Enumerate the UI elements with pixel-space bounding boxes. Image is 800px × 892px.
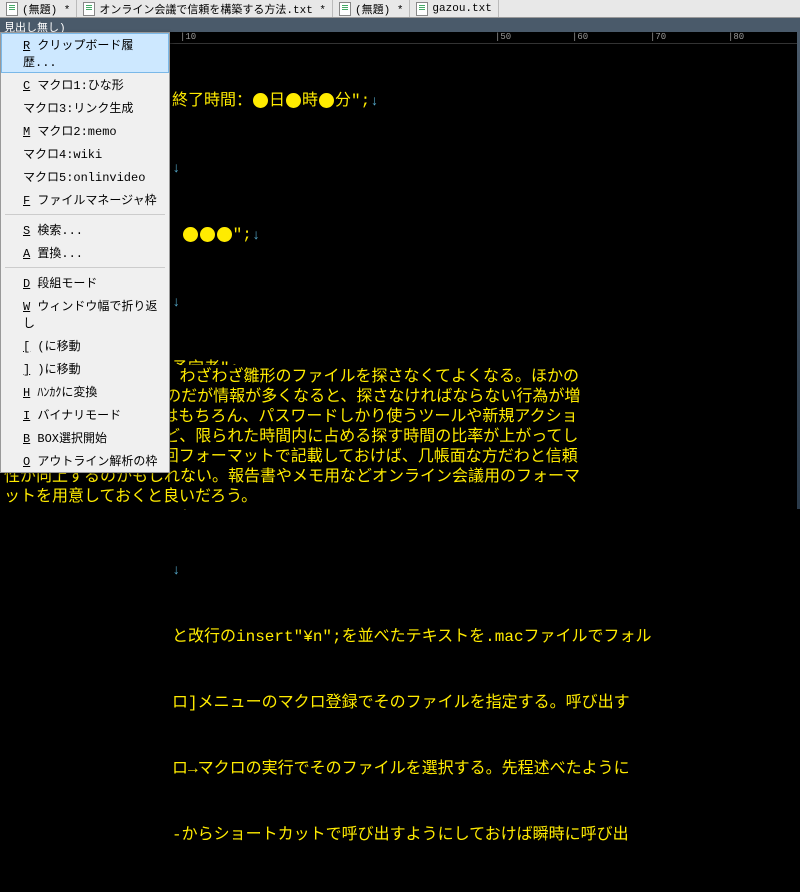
window-title: 見出し無し): [0, 18, 800, 32]
menu-move-open-paren[interactable]: [ (に移動: [1, 334, 169, 357]
menu-macro3[interactable]: マクロ3:リンク生成: [1, 96, 169, 119]
menu-column-mode[interactable]: D 段組モード: [1, 271, 169, 294]
file-icon: [83, 2, 95, 16]
menu-box-select[interactable]: B BOX選択開始: [1, 426, 169, 449]
menu-file-manager[interactable]: F ファイルマネージャ枠: [1, 188, 169, 211]
menu-macro2[interactable]: M マクロ2:memo: [1, 119, 169, 142]
menu-search[interactable]: S 検索...: [1, 218, 169, 241]
menu-replace[interactable]: A 置換...: [1, 241, 169, 264]
menu-separator: [5, 267, 165, 268]
tab-bar: (無題) * オンライン会議で信頼を構築する方法.txt * (無題) * ga…: [0, 0, 800, 18]
menu-macro4[interactable]: マクロ4:wiki: [1, 142, 169, 165]
menu-clipboard-history[interactable]: R クリップボード履歴...: [1, 33, 169, 73]
menu-move-close-paren[interactable]: ] )に移動: [1, 357, 169, 380]
menu-window-wrap[interactable]: W ウィンドウ幅で折り返し: [1, 294, 169, 334]
file-icon: [416, 2, 428, 16]
tab-gazou[interactable]: gazou.txt: [410, 0, 498, 17]
tab-untitled-1[interactable]: (無題) *: [0, 0, 77, 17]
file-icon: [6, 2, 18, 16]
tab-untitled-2[interactable]: (無題) *: [333, 0, 410, 17]
file-icon: [339, 2, 351, 16]
menu-hankaku-convert[interactable]: H ﾊﾝｶｸに変換: [1, 380, 169, 403]
menu-macro5[interactable]: マクロ5:onlinvideo: [1, 165, 169, 188]
menu-binary-mode[interactable]: I バイナリモード: [1, 403, 169, 426]
tab-online-meeting[interactable]: オンライン会議で信頼を構築する方法.txt *: [77, 0, 333, 17]
menu-macro1[interactable]: C マクロ1:ひな形: [1, 73, 169, 96]
menu-separator: [5, 214, 165, 215]
menu-outline[interactable]: O アウトライン解析の枠: [1, 449, 169, 472]
context-menu: R クリップボード履歴... C マクロ1:ひな形 マクロ3:リンク生成 M マ…: [0, 32, 170, 473]
